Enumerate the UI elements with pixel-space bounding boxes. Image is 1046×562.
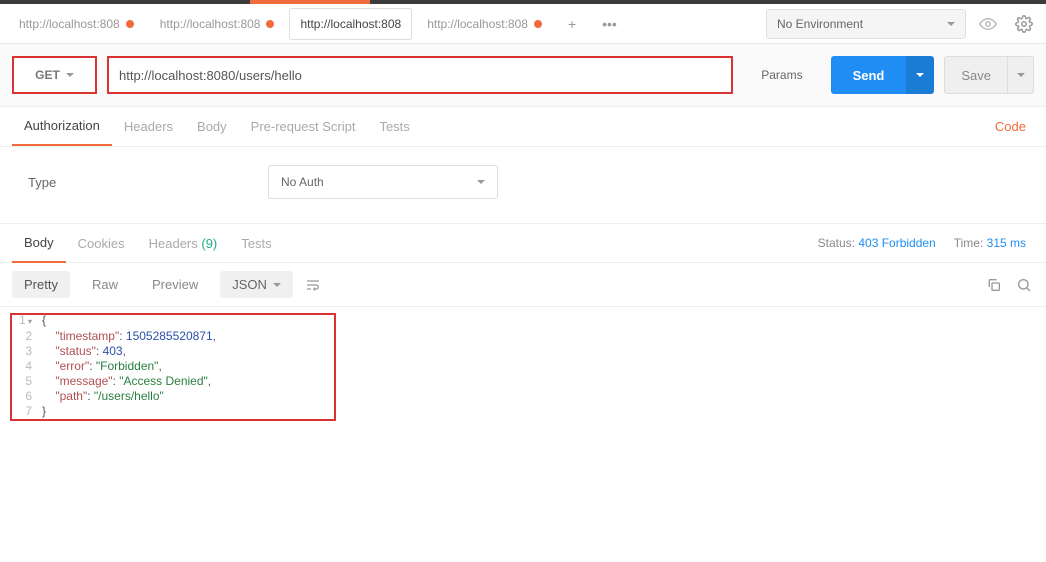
code-line: 1{ [10, 313, 1036, 329]
environment-label: No Environment [777, 17, 863, 31]
format-label: JSON [232, 277, 267, 292]
line-source: "timestamp": 1505285520871, [42, 329, 216, 344]
code-line: 3 "status": 403, [10, 344, 1036, 359]
tab-body[interactable]: Body [185, 108, 239, 145]
resp-tab-tests[interactable]: Tests [229, 225, 283, 262]
line-number: 2 [10, 329, 42, 344]
code-line: 6 "path": "/users/hello" [10, 389, 1036, 404]
tab-label: http://localhost:808 [300, 17, 401, 31]
unsaved-indicator-icon [534, 20, 542, 28]
line-number: 4 [10, 359, 42, 374]
request-tab[interactable]: http://localhost:808 [8, 8, 145, 40]
auth-type-row: Type No Auth [0, 147, 1046, 223]
line-source: "error": "Forbidden", [42, 359, 162, 374]
chevron-down-icon [1017, 73, 1025, 77]
tab-headers[interactable]: Headers [112, 108, 185, 145]
active-indicator [250, 0, 370, 4]
url-input-wrap [107, 56, 733, 94]
format-select[interactable]: JSON [220, 271, 293, 298]
save-button[interactable]: Save [944, 56, 1008, 94]
request-tab[interactable]: http://localhost:808 [149, 8, 286, 40]
http-method-label: GET [35, 68, 60, 82]
chevron-down-icon [916, 73, 924, 77]
tab-authorization[interactable]: Authorization [12, 107, 112, 146]
time-value: 315 ms [987, 236, 1026, 250]
send-button[interactable]: Send [831, 56, 907, 94]
request-tab[interactable]: http://localhost:808 [416, 8, 553, 40]
code-line: 4 "error": "Forbidden", [10, 359, 1036, 374]
response-meta: Status: 403 Forbidden Time: 315 ms [818, 236, 1034, 250]
line-source: "message": "Access Denied", [42, 374, 211, 389]
chevron-down-icon [947, 22, 955, 26]
new-tab-button[interactable]: + [557, 9, 587, 39]
line-number: 3 [10, 344, 42, 359]
code-link[interactable]: Code [995, 119, 1034, 134]
code-content[interactable]: 1{2 "timestamp": 1505285520871,3 "status… [10, 313, 1036, 419]
response-tabs: Body Cookies Headers (9) Tests Status: 4… [0, 223, 1046, 263]
save-dropdown[interactable] [1008, 56, 1034, 94]
tab-prerequest[interactable]: Pre-request Script [239, 108, 368, 145]
settings-icon[interactable] [1010, 10, 1038, 38]
line-number: 7 [10, 404, 42, 419]
line-source: "status": 403, [42, 344, 126, 359]
code-line: 7} [10, 404, 1036, 419]
tab-label: http://localhost:808 [160, 17, 261, 31]
line-source: } [42, 404, 46, 419]
chevron-down-icon [477, 180, 485, 184]
line-number: 5 [10, 374, 42, 389]
tab-tests[interactable]: Tests [367, 108, 421, 145]
view-raw-button[interactable]: Raw [80, 271, 130, 298]
status-value: 403 Forbidden [858, 236, 935, 250]
code-line: 2 "timestamp": 1505285520871, [10, 329, 1036, 344]
auth-type-label: Type [28, 175, 248, 190]
auth-type-select[interactable]: No Auth [268, 165, 498, 199]
tab-label: http://localhost:808 [19, 17, 120, 31]
resp-headers-label: Headers [149, 236, 198, 251]
chevron-down-icon [273, 283, 281, 287]
window-topbar [0, 0, 1046, 4]
line-number: 1 [10, 313, 42, 329]
line-source: "path": "/users/hello" [42, 389, 164, 404]
tab-actions-button[interactable]: ••• [591, 9, 628, 39]
copy-icon[interactable] [984, 275, 1004, 295]
resp-tab-headers[interactable]: Headers (9) [137, 225, 230, 262]
time-label: Time: [954, 236, 984, 250]
tab-label: http://localhost:808 [427, 17, 528, 31]
resp-tab-body[interactable]: Body [12, 224, 66, 263]
environment-select[interactable]: No Environment [766, 9, 966, 39]
line-number: 6 [10, 389, 42, 404]
http-method-select[interactable]: GET [12, 56, 97, 94]
request-row: GET Params Send Save [0, 44, 1046, 107]
tabbar: http://localhost:808 http://localhost:808… [0, 4, 1046, 44]
environment-preview-icon[interactable] [974, 10, 1002, 38]
line-source: { [42, 313, 46, 329]
view-pretty-button[interactable]: Pretty [12, 271, 70, 298]
params-button[interactable]: Params [743, 68, 820, 82]
search-icon[interactable] [1014, 275, 1034, 295]
send-dropdown[interactable] [906, 56, 934, 94]
chevron-down-icon [66, 73, 74, 77]
resp-tab-cookies[interactable]: Cookies [66, 225, 137, 262]
unsaved-indicator-icon [266, 20, 274, 28]
request-subtabs: Authorization Headers Body Pre-request S… [0, 107, 1046, 147]
request-tab[interactable]: http://localhost:808 [289, 8, 412, 40]
response-body: 1{2 "timestamp": 1505285520871,3 "status… [10, 313, 1036, 419]
resp-headers-count: (9) [201, 236, 217, 251]
code-line: 5 "message": "Access Denied", [10, 374, 1036, 389]
unsaved-indicator-icon [126, 20, 134, 28]
url-input[interactable] [109, 58, 731, 92]
wrap-lines-icon[interactable] [303, 275, 323, 295]
response-toolbar: Pretty Raw Preview JSON [0, 263, 1046, 307]
auth-type-value: No Auth [281, 175, 324, 189]
status-label: Status: [818, 236, 855, 250]
view-preview-button[interactable]: Preview [140, 271, 210, 298]
